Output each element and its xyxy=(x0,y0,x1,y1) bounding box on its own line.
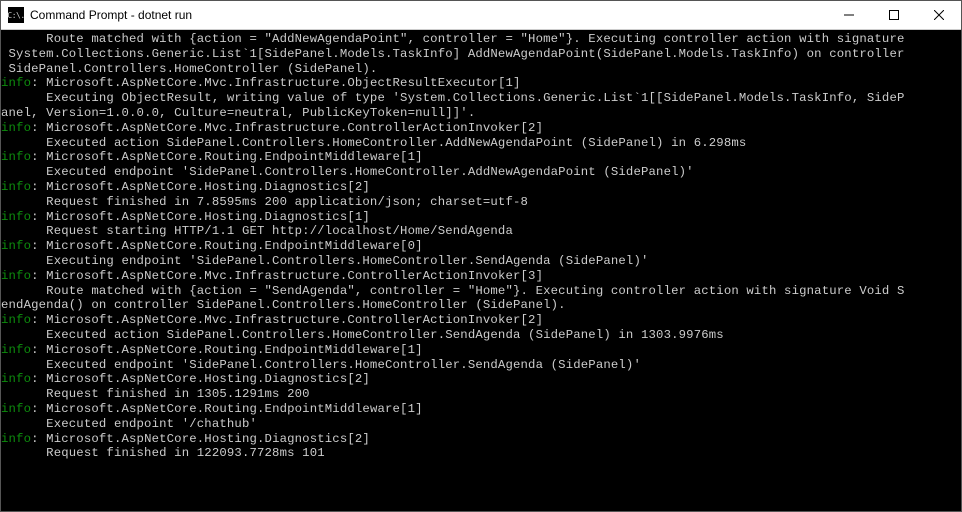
window-title: Command Prompt - dotnet run xyxy=(30,8,826,22)
terminal-line: info: Microsoft.AspNetCore.Mvc.Infrastru… xyxy=(1,313,961,328)
log-category: : Microsoft.AspNetCore.Hosting.Diagnosti… xyxy=(31,210,370,224)
log-message: anel, Version=1.0.0.0, Culture=neutral, … xyxy=(1,106,475,120)
terminal-line: info: Microsoft.AspNetCore.Mvc.Infrastru… xyxy=(1,76,961,91)
log-message: Request starting HTTP/1.1 GET http://loc… xyxy=(1,224,513,238)
log-category: : Microsoft.AspNetCore.Mvc.Infrastructur… xyxy=(31,269,543,283)
terminal-line: Request starting HTTP/1.1 GET http://loc… xyxy=(1,224,961,239)
terminal-line: info: Microsoft.AspNetCore.Routing.Endpo… xyxy=(1,343,961,358)
minimize-button[interactable] xyxy=(826,1,871,29)
log-category: : Microsoft.AspNetCore.Mvc.Infrastructur… xyxy=(31,313,543,327)
terminal-line: Executed endpoint 'SidePanel.Controllers… xyxy=(1,165,961,180)
log-level-info: info xyxy=(1,76,31,90)
log-message: Executing endpoint 'SidePanel.Controller… xyxy=(1,254,649,268)
log-message: Request finished in 1305.1291ms 200 xyxy=(1,387,310,401)
log-message: Executed action SidePanel.Controllers.Ho… xyxy=(1,328,724,342)
log-category: : Microsoft.AspNetCore.Routing.EndpointM… xyxy=(31,150,423,164)
log-message: Route matched with {action = "SendAgenda… xyxy=(1,284,905,298)
terminal-line: Executed action SidePanel.Controllers.Ho… xyxy=(1,328,961,343)
log-level-info: info xyxy=(1,210,31,224)
terminal-line: Executed action SidePanel.Controllers.Ho… xyxy=(1,136,961,151)
log-message: System.Collections.Generic.List`1[SidePa… xyxy=(1,47,905,61)
terminal-line: Route matched with {action = "AddNewAgen… xyxy=(1,32,961,47)
log-category: : Microsoft.AspNetCore.Hosting.Diagnosti… xyxy=(31,432,370,446)
log-category: : Microsoft.AspNetCore.Routing.EndpointM… xyxy=(31,343,423,357)
log-level-info: info xyxy=(1,432,31,446)
log-level-info: info xyxy=(1,313,31,327)
log-message: Route matched with {action = "AddNewAgen… xyxy=(1,32,905,46)
log-message: endAgenda() on controller SidePanel.Cont… xyxy=(1,298,566,312)
terminal-line: Executing endpoint 'SidePanel.Controller… xyxy=(1,254,961,269)
terminal-line: info: Microsoft.AspNetCore.Routing.Endpo… xyxy=(1,402,961,417)
log-category: : Microsoft.AspNetCore.Mvc.Infrastructur… xyxy=(31,121,543,135)
terminal-line: info: Microsoft.AspNetCore.Mvc.Infrastru… xyxy=(1,121,961,136)
terminal-line: info: Microsoft.AspNetCore.Routing.Endpo… xyxy=(1,150,961,165)
terminal-line: info: Microsoft.AspNetCore.Mvc.Infrastru… xyxy=(1,269,961,284)
maximize-button[interactable] xyxy=(871,1,916,29)
log-message: Executing ObjectResult, writing value of… xyxy=(1,91,905,105)
log-message: Request finished in 7.8595ms 200 applica… xyxy=(1,195,528,209)
log-message: Executed endpoint '/chathub' xyxy=(1,417,257,431)
log-message: Executed endpoint 'SidePanel.Controllers… xyxy=(1,165,694,179)
log-category: : Microsoft.AspNetCore.Routing.EndpointM… xyxy=(31,239,423,253)
terminal-line: Executing ObjectResult, writing value of… xyxy=(1,91,961,106)
terminal-line: Route matched with {action = "SendAgenda… xyxy=(1,284,961,299)
terminal-line: Executed endpoint 'SidePanel.Controllers… xyxy=(1,358,961,373)
log-message: Executed action SidePanel.Controllers.Ho… xyxy=(1,136,746,150)
terminal-line: endAgenda() on controller SidePanel.Cont… xyxy=(1,298,961,313)
log-level-info: info xyxy=(1,402,31,416)
terminal-line: Executed endpoint '/chathub' xyxy=(1,417,961,432)
log-level-info: info xyxy=(1,372,31,386)
log-level-info: info xyxy=(1,121,31,135)
log-level-info: info xyxy=(1,269,31,283)
log-message: Request finished in 122093.7728ms 101 xyxy=(1,446,325,460)
terminal-line: SidePanel.Controllers.HomeController (Si… xyxy=(1,62,961,77)
close-icon xyxy=(934,10,944,20)
minimize-icon xyxy=(844,10,854,20)
log-category: : Microsoft.AspNetCore.Hosting.Diagnosti… xyxy=(31,372,370,386)
log-message: SidePanel.Controllers.HomeController (Si… xyxy=(1,62,377,76)
log-message: Executed endpoint 'SidePanel.Controllers… xyxy=(1,358,641,372)
log-category: : Microsoft.AspNetCore.Hosting.Diagnosti… xyxy=(31,180,370,194)
log-level-info: info xyxy=(1,150,31,164)
log-category: : Microsoft.AspNetCore.Routing.EndpointM… xyxy=(31,402,423,416)
log-level-info: info xyxy=(1,239,31,253)
close-button[interactable] xyxy=(916,1,961,29)
command-prompt-icon: C:\. xyxy=(8,7,24,23)
terminal-line: info: Microsoft.AspNetCore.Hosting.Diagn… xyxy=(1,210,961,225)
log-category: : Microsoft.AspNetCore.Mvc.Infrastructur… xyxy=(31,76,520,90)
terminal-line: info: Microsoft.AspNetCore.Hosting.Diagn… xyxy=(1,372,961,387)
window-titlebar[interactable]: C:\. Command Prompt - dotnet run xyxy=(1,1,961,30)
terminal-line: Request finished in 122093.7728ms 101 xyxy=(1,446,961,461)
terminal-line: anel, Version=1.0.0.0, Culture=neutral, … xyxy=(1,106,961,121)
window-controls xyxy=(826,1,961,29)
maximize-icon xyxy=(889,10,899,20)
terminal-line: info: Microsoft.AspNetCore.Routing.Endpo… xyxy=(1,239,961,254)
log-level-info: info xyxy=(1,343,31,357)
log-level-info: info xyxy=(1,180,31,194)
terminal-line: info: Microsoft.AspNetCore.Hosting.Diagn… xyxy=(1,180,961,195)
terminal-line: info: Microsoft.AspNetCore.Hosting.Diagn… xyxy=(1,432,961,447)
terminal-line: Request finished in 1305.1291ms 200 xyxy=(1,387,961,402)
terminal-output[interactable]: Route matched with {action = "AddNewAgen… xyxy=(1,30,961,461)
terminal-line: Request finished in 7.8595ms 200 applica… xyxy=(1,195,961,210)
terminal-line: System.Collections.Generic.List`1[SidePa… xyxy=(1,47,961,62)
